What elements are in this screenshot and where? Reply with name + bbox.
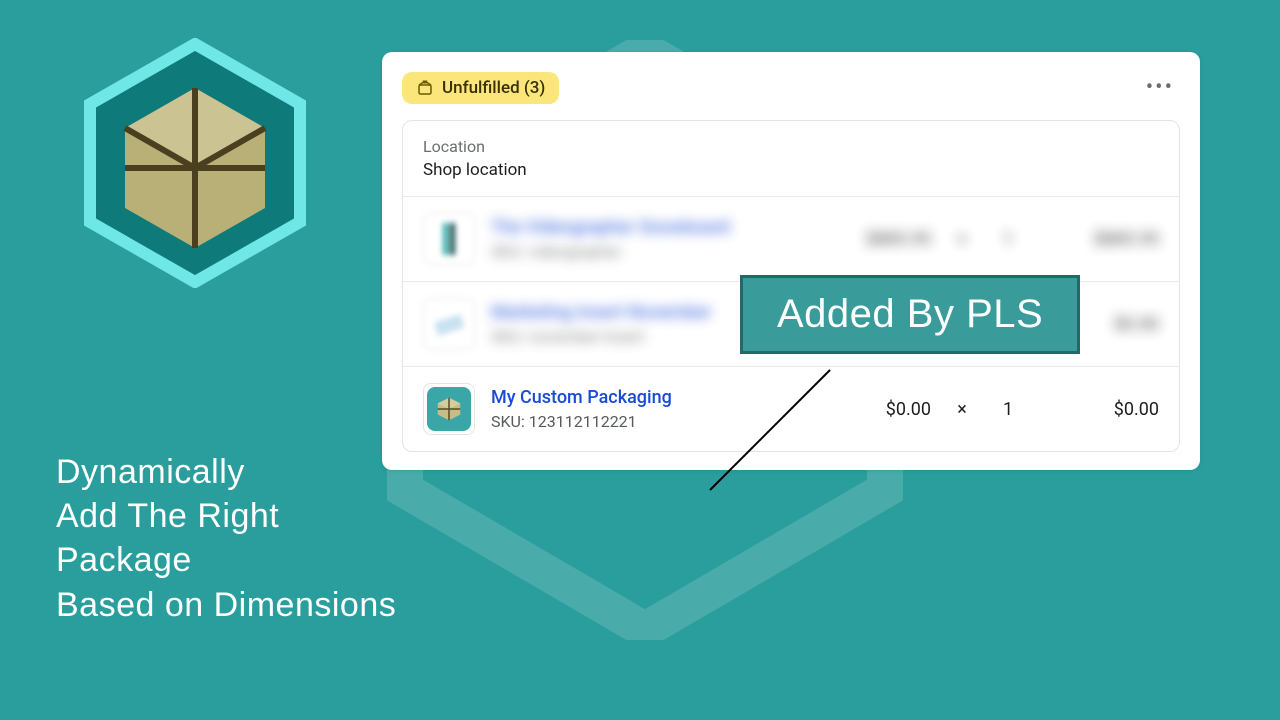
- hero-line-4: Based on Dimensions: [56, 583, 396, 627]
- item-mult: ×: [947, 399, 977, 420]
- item-qty: 1: [993, 399, 1023, 420]
- hero-line-2: Add The Right: [56, 494, 396, 538]
- badge-label: Unfulfilled (3): [442, 78, 545, 98]
- location-value: Shop location: [423, 160, 1159, 180]
- location-label: Location: [423, 137, 1159, 156]
- line-item-row: My Custom Packaging SKU: 123112112221 $0…: [403, 366, 1179, 451]
- product-thumbnail: [423, 383, 475, 435]
- product-thumbnail: [423, 213, 475, 265]
- item-sku: SKU: videographer: [491, 242, 805, 261]
- hero-line-1: Dynamically: [56, 450, 396, 494]
- hero-line-3: Package: [56, 538, 396, 582]
- item-total: $0.00: [1039, 399, 1159, 420]
- callout-label: Added By PLS: [740, 275, 1080, 354]
- location-block: Location Shop location: [403, 121, 1179, 196]
- item-qty: 1: [993, 229, 1023, 250]
- package-icon: [427, 387, 471, 431]
- unfulfilled-badge: Unfulfilled (3): [402, 72, 559, 104]
- item-price: $885.95: [821, 229, 931, 250]
- fulfillment-card: Unfulfilled (3) ••• Location Shop locati…: [382, 52, 1200, 470]
- item-mult: ×: [947, 229, 977, 250]
- more-menu-button[interactable]: •••: [1140, 73, 1180, 103]
- item-title[interactable]: The Videographer Snowboard: [491, 217, 805, 238]
- item-total: $885.95: [1039, 229, 1159, 250]
- item-sku: SKU: 123112112221: [491, 412, 805, 431]
- hero-text: Dynamically Add The Right Package Based …: [56, 450, 396, 627]
- box-open-icon: [416, 79, 434, 97]
- product-thumbnail: [423, 298, 475, 350]
- logo-hexagon: [80, 38, 310, 288]
- item-price: $0.00: [821, 399, 931, 420]
- item-title[interactable]: My Custom Packaging: [491, 387, 805, 408]
- line-item-row: The Videographer Snowboard SKU: videogra…: [403, 196, 1179, 281]
